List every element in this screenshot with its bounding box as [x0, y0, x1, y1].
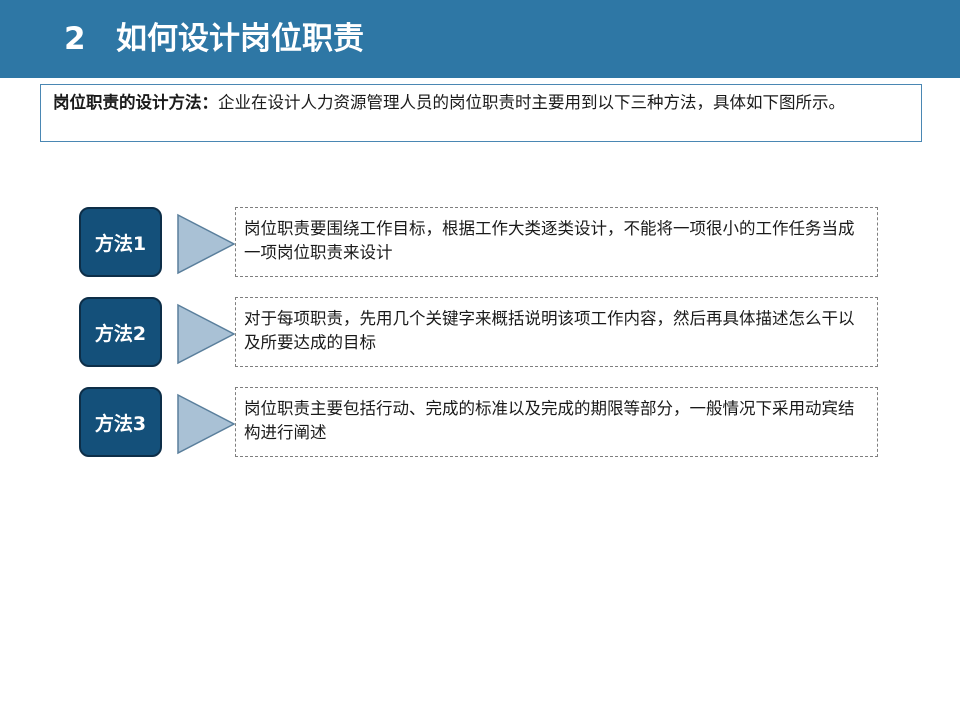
method-row-3: 方法3 岗位职责主要包括行动、完成的标准以及完成的期限等部分，一般情况下采用动宾…	[0, 387, 960, 461]
method-row-2: 方法2 对于每项职责，先用几个关键字来概括说明该项工作内容，然后再具体描述怎么干…	[0, 297, 960, 371]
section-title: 如何设计岗位职责	[116, 21, 364, 57]
method-description-2: 对于每项职责，先用几个关键字来概括说明该项工作内容，然后再具体描述怎么干以及所要…	[235, 297, 878, 367]
intro-lead: 岗位职责的设计方法：	[53, 93, 218, 112]
method-description-3: 岗位职责主要包括行动、完成的标准以及完成的期限等部分，一般情况下采用动宾结构进行…	[235, 387, 878, 457]
method-row-1: 方法1 岗位职责要围绕工作目标，根据工作大类逐类设计，不能将一项很小的工作任务当…	[0, 207, 960, 281]
header-bar: 2 如何设计岗位职责	[0, 0, 960, 78]
arrow-right-icon	[177, 393, 236, 455]
section-number: 2	[64, 21, 86, 57]
method-description-1: 岗位职责要围绕工作目标，根据工作大类逐类设计，不能将一项很小的工作任务当成一项岗…	[235, 207, 878, 277]
intro-text: 企业在设计人力资源管理人员的岗位职责时主要用到以下三种方法，具体如下图所示。	[218, 93, 845, 112]
slide-title: 2 如何设计岗位职责	[64, 16, 364, 62]
intro-box: 岗位职责的设计方法：企业在设计人力资源管理人员的岗位职责时主要用到以下三种方法，…	[40, 84, 922, 142]
method-badge-1: 方法1	[79, 207, 162, 277]
method-badge-2: 方法2	[79, 297, 162, 367]
arrow-right-icon	[177, 213, 236, 275]
method-badge-3: 方法3	[79, 387, 162, 457]
arrow-right-icon	[177, 303, 236, 365]
